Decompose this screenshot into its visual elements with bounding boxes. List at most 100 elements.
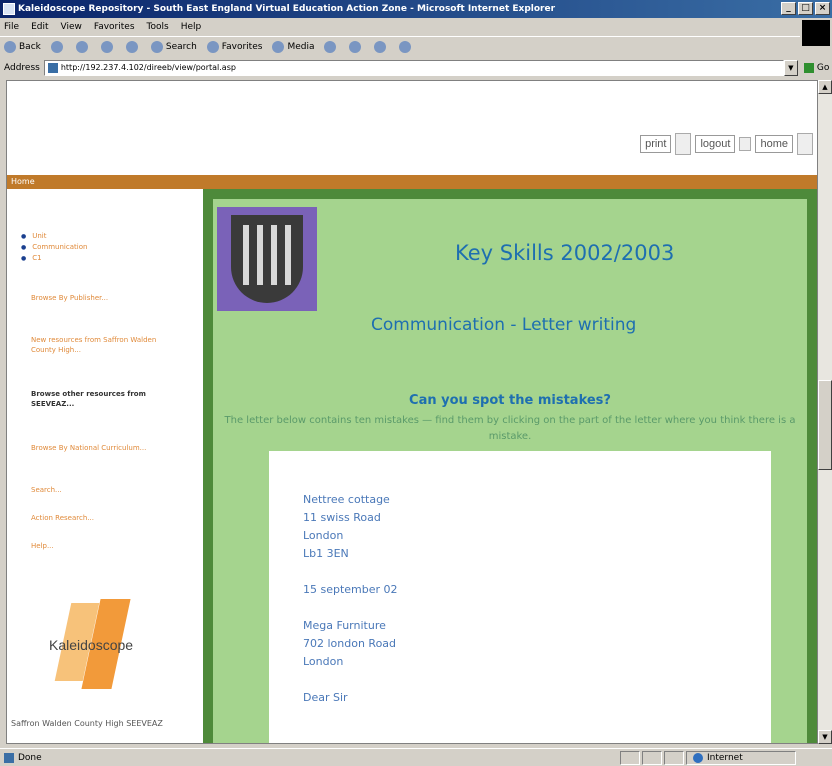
instructions-text: The letter below contains ten mistakes —…: [224, 415, 796, 442]
sidebar-bullets: Unit Communication C1: [21, 231, 87, 264]
menu-view[interactable]: View: [61, 22, 82, 32]
forward-button[interactable]: [50, 40, 66, 53]
menu-bar: File Edit View Favorites Tools Help: [0, 18, 832, 36]
zone-label: Internet: [707, 752, 743, 763]
letter-panel: Nettree cottage 11 swiss Road London Lb1…: [269, 451, 771, 743]
scroll-thumb[interactable]: [818, 380, 832, 470]
history-icon: [324, 40, 337, 53]
kaleidoscope-logo: Kaleidoscope: [45, 599, 165, 689]
menu-file[interactable]: File: [4, 22, 19, 32]
close-button[interactable]: ×: [815, 2, 830, 15]
refresh-icon: [100, 40, 113, 53]
sidebar-link-other-resources[interactable]: Browse other resources from SEEVEAZ...: [31, 389, 181, 409]
sidebar-link-national-curriculum[interactable]: Browse By National Curriculum...: [31, 443, 181, 453]
back-arrow-icon: [4, 40, 16, 53]
browser-window: Kaleidoscope Repository - South East Eng…: [0, 0, 832, 766]
back-label: Back: [19, 41, 41, 52]
breadcrumb-home[interactable]: Home: [11, 177, 35, 186]
letter-salutation[interactable]: Dear Sir: [303, 689, 398, 707]
home-toolbar-button[interactable]: [125, 40, 141, 53]
title-bar: Kaleidoscope Repository - South East Eng…: [0, 0, 832, 18]
sidebar-link-help[interactable]: Help...: [31, 541, 181, 551]
sidebar-footer: Saffron Walden County High SEEVEAZ: [11, 719, 163, 728]
stop-button[interactable]: [75, 40, 91, 53]
letter-text: Nettree cottage 11 swiss Road London Lb1…: [303, 491, 398, 707]
letter-date[interactable]: 15 september 02: [303, 581, 398, 599]
back-button[interactable]: Back: [4, 40, 41, 53]
letter-recipient-line[interactable]: Mega Furniture: [303, 617, 398, 635]
media-icon: [272, 40, 285, 53]
logout-icon[interactable]: [739, 137, 752, 151]
maximize-button[interactable]: □: [798, 2, 813, 15]
favorites-label: Favorites: [221, 41, 263, 52]
menu-favorites[interactable]: Favorites: [94, 22, 135, 32]
mail-button[interactable]: [349, 40, 364, 53]
letter-address-line[interactable]: London: [303, 527, 398, 545]
window-controls: _ □ ×: [781, 2, 830, 15]
home-button[interactable]: home: [755, 135, 793, 153]
window-title: Kaleidoscope Repository - South East Eng…: [18, 4, 556, 14]
go-label: Go: [816, 63, 830, 73]
search-button[interactable]: Search: [150, 40, 197, 53]
sidebar-link-publisher[interactable]: Browse By Publisher...: [31, 293, 181, 303]
school-crest-image: [217, 207, 317, 311]
letter-address-line[interactable]: Nettree cottage: [303, 491, 398, 509]
print-button[interactable]: print: [640, 135, 672, 153]
address-url: http://192.237.4.102/direeb/view/portal.…: [60, 63, 236, 72]
globe-icon: [693, 752, 703, 763]
header-links: print logout home: [640, 133, 813, 155]
print-icon[interactable]: [675, 133, 692, 155]
history-button[interactable]: [324, 40, 339, 53]
media-button[interactable]: Media: [272, 40, 315, 53]
sidebar-item-communication[interactable]: Communication: [21, 242, 87, 253]
home-page-icon[interactable]: [797, 133, 813, 155]
status-bar: Done Internet: [0, 748, 832, 766]
sidebar-link-new-resources[interactable]: New resources from Saffron Walden County…: [31, 335, 181, 355]
minimize-button[interactable]: _: [781, 2, 796, 15]
status-cell: [642, 750, 662, 765]
page-subtitle: Communication - Letter writing: [371, 315, 637, 335]
vertical-scrollbar[interactable]: ▲ ▼: [818, 80, 832, 744]
letter-address-line[interactable]: Lb1 3EN: [303, 545, 398, 563]
address-dropdown-button[interactable]: ▼: [783, 60, 798, 76]
address-bar: Address http://192.237.4.102/direeb/view…: [0, 58, 832, 78]
search-label: Search: [165, 41, 197, 52]
logout-button[interactable]: logout: [695, 135, 736, 153]
toolbar: Back Search Favorites Media: [0, 36, 800, 56]
favorites-button[interactable]: Favorites: [206, 40, 263, 53]
sidebar-link-action-research[interactable]: Action Research...: [31, 513, 181, 523]
menu-edit[interactable]: Edit: [31, 22, 48, 32]
address-input[interactable]: http://192.237.4.102/direeb/view/portal.…: [43, 60, 784, 76]
sidebar-link-search[interactable]: Search...: [31, 485, 181, 495]
print-toolbar-button[interactable]: [374, 40, 389, 53]
letter-recipient-line[interactable]: London: [303, 653, 398, 671]
edit-button[interactable]: [399, 40, 414, 53]
menu-help[interactable]: Help: [181, 22, 202, 32]
sidebar: Unit Communication C1 Browse By Publishe…: [7, 189, 203, 743]
edit-icon: [399, 40, 412, 53]
refresh-button[interactable]: [100, 40, 116, 53]
star-icon: [206, 40, 219, 53]
question-heading: Can you spot the mistakes?: [409, 393, 611, 408]
mail-icon: [349, 40, 362, 53]
page-title: Key Skills 2002/2003: [455, 241, 675, 265]
main-frame: Key Skills 2002/2003 Communication - Let…: [203, 189, 817, 743]
address-label: Address: [4, 63, 40, 73]
page-done-icon: [4, 752, 14, 763]
windows-logo-icon: [802, 20, 830, 46]
main-content: Key Skills 2002/2003 Communication - Let…: [213, 199, 807, 743]
breadcrumb: Home: [7, 175, 817, 189]
sidebar-item-c1[interactable]: C1: [21, 253, 87, 264]
media-label: Media: [287, 41, 315, 52]
page-header: print logout home: [7, 81, 817, 173]
letter-recipient-line[interactable]: 702 london Road: [303, 635, 398, 653]
sidebar-item-unit[interactable]: Unit: [21, 231, 87, 242]
scroll-down-icon[interactable]: ▼: [818, 730, 832, 744]
scroll-up-icon[interactable]: ▲: [818, 80, 832, 94]
menu-tools[interactable]: Tools: [147, 22, 169, 32]
letter-address-line[interactable]: 11 swiss Road: [303, 509, 398, 527]
security-zone: Internet: [686, 750, 796, 765]
go-button[interactable]: Go: [803, 63, 830, 73]
printer-icon: [374, 40, 387, 53]
forward-arrow-icon: [50, 40, 63, 53]
